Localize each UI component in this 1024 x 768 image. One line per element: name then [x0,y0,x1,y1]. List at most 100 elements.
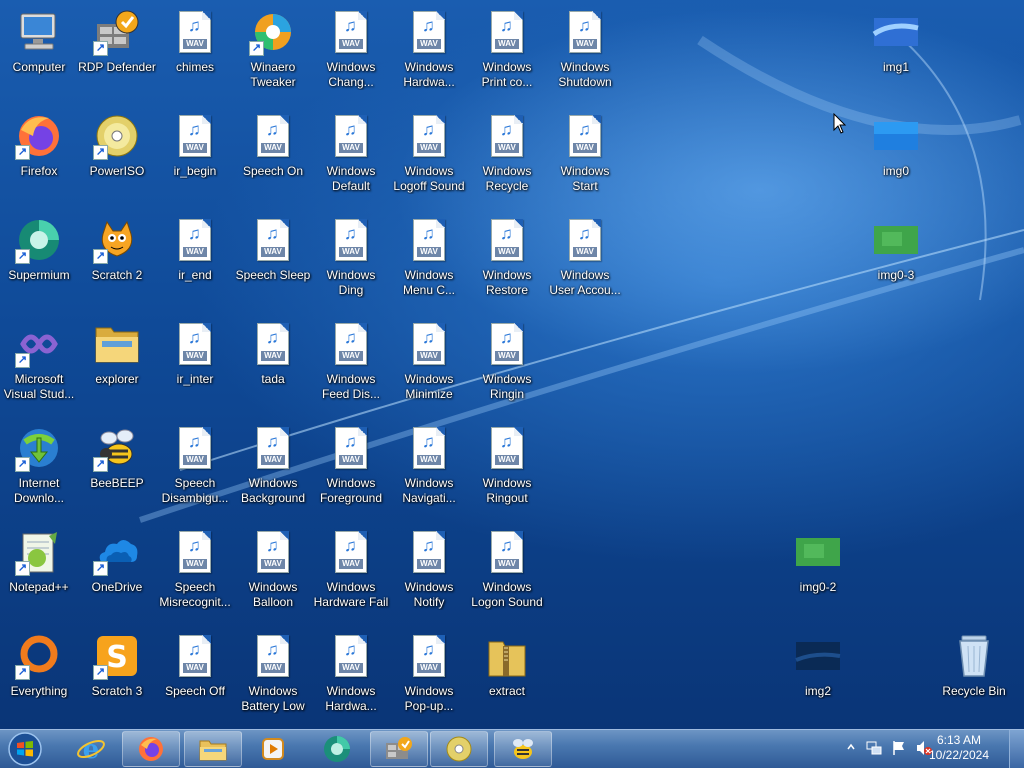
desktop[interactable]: Computer ↗ RDP Defender ♫ WAV chimes ↗ Winaero … [0,0,1024,729]
desktop-icon-chimes[interactable]: ♫ WAV chimes [156,8,234,75]
taskbar-supermium-button[interactable] [308,731,366,767]
desktop-icon-label: img0-2 [799,580,837,594]
desktop-icon-supermium[interactable]: ↗ Supermium [0,216,78,283]
desktop-icon-label: tada [261,372,285,386]
shortcut-arrow-icon: ↗ [15,561,30,576]
desktop-icon-label: ir_end [178,268,212,282]
taskbar-rdp-defender-button[interactable] [370,731,428,767]
desktop-icon-windows-start[interactable]: ♫ WAV Windows Start [546,112,624,194]
desktop-icon-windows-battery-low[interactable]: ♫ WAV Windows Battery Low [234,632,312,714]
taskbar-explorer-button[interactable] [184,731,242,767]
desktop-icon-recycle-bin[interactable]: Recycle Bin [935,632,1013,699]
desktop-icon-windows-feed-dis[interactable]: ♫ WAV Windows Feed Dis... [312,320,390,402]
desktop-icon-rdp-defender[interactable]: ↗ RDP Defender [78,8,156,75]
desktop-icon-microsoft-visual-stud[interactable]: ↗ Microsoft Visual Stud... [0,320,78,402]
desktop-icon-windows-pop-up[interactable]: ♫ WAV Windows Pop-up... [390,632,468,714]
desktop-icon-ir-inter[interactable]: ♫ WAV ir_inter [156,320,234,387]
desktop-icon-notepad[interactable]: ↗ Notepad++ [0,528,78,595]
desktop-icon-extract[interactable]: extract [468,632,546,699]
desktop-icon-speech-sleep[interactable]: ♫ WAV Speech Sleep [234,216,312,283]
desktop-icon-windows-minimize[interactable]: ♫ WAV Windows Minimize [390,320,468,402]
desktop-icon-scratch-3[interactable]: S ↗ Scratch 3 [78,632,156,699]
action-center-tray-button[interactable] [891,740,907,759]
wav-file-icon: ♫ WAV [483,216,531,264]
desktop-icon-img0[interactable]: img0 [857,112,935,179]
desktop-icon-label: OneDrive [91,580,143,594]
desktop-icon-ir-begin[interactable]: ♫ WAV ir_begin [156,112,234,179]
desktop-icon-windows-notify[interactable]: ♫ WAV Windows Notify [390,528,468,610]
desktop-icon-windows-hardwa[interactable]: ♫ WAV Windows Hardwa... [312,632,390,714]
desktop-icon-computer[interactable]: Computer [0,8,78,75]
desktop-icon-label: Scratch 2 [91,268,143,282]
desktop-icon-everything[interactable]: ↗ Everything [0,632,78,699]
desktop-icon-windows-restore[interactable]: ♫ WAV Windows Restore [468,216,546,298]
taskbar-ie-button[interactable]: e [62,731,120,767]
wav-file-icon: ♫ WAV [171,112,219,160]
desktop-icon-poweriso[interactable]: ↗ PowerISO [78,112,156,179]
show-desktop-button[interactable] [1009,730,1024,768]
desktop-icon-label: Windows Hardwa... [325,684,377,713]
desktop-icon-windows-recycle[interactable]: ♫ WAV Windows Recycle [468,112,546,194]
wav-file-icon: ♫ WAV [561,8,609,56]
desktop-icon-windows-user-accou[interactable]: ♫ WAV Windows User Accou... [546,216,624,298]
desktop-icon-speech-on[interactable]: ♫ WAV Speech On [234,112,312,179]
wav-file-icon: ♫ WAV [327,216,375,264]
desktop-icon-winaero-tweaker[interactable]: ↗ Winaero Tweaker [234,8,312,90]
desktop-icon-windows-hardware-fail[interactable]: ♫ WAV Windows Hardware Fail [312,528,390,610]
desktop-icon-speech-off[interactable]: ♫ WAV Speech Off [156,632,234,699]
desktop-icon-img0-3[interactable]: img0-3 [857,216,935,283]
svg-text:e: e [83,735,100,764]
desktop-icon-speech-misrecognit[interactable]: ♫ WAV Speech Misrecognit... [156,528,234,610]
taskbar-clock[interactable]: 6:13 AM 10/22/2024 [924,733,994,763]
desktop-icon-windows-ding[interactable]: ♫ WAV Windows Ding [312,216,390,298]
taskbar-firefox-button[interactable] [122,731,180,767]
desktop-icon-beebeep[interactable]: ↗ BeeBEEP [78,424,156,491]
taskbar-beebeep-button[interactable] [494,731,552,767]
desktop-icon-speech-disambigu[interactable]: ♫ WAV Speech Disambigu... [156,424,234,506]
desktop-icon-windows-foreground[interactable]: ♫ WAV Windows Foreground [312,424,390,506]
network-icon [866,741,882,755]
desktop-icon-img2[interactable]: img2 [779,632,857,699]
desktop-icon-label: Windows Logoff Sound [393,164,465,193]
taskbar-poweriso-button[interactable] [430,731,488,767]
desktop-icon-windows-shutdown[interactable]: ♫ WAV Windows Shutdown [546,8,624,90]
desktop-icon-windows-logoff-sound[interactable]: ♫ WAV Windows Logoff Sound [390,112,468,194]
desktop-icon-windows-print-co[interactable]: ♫ WAV Windows Print co... [468,8,546,90]
shortcut-arrow-icon: ↗ [93,457,108,472]
desktop-icon-label: Winaero Tweaker [250,60,296,89]
desktop-icon-windows-default[interactable]: ♫ WAV Windows Default [312,112,390,194]
desktop-icon-windows-background[interactable]: ♫ WAV Windows Background [234,424,312,506]
desktop-icon-label: Speech On [242,164,304,178]
desktop-icon-img0-2[interactable]: img0-2 [779,528,857,595]
desktop-icon-label: Windows Battery Low [241,684,305,713]
desktop-icon-onedrive[interactable]: ↗ OneDrive [78,528,156,595]
desktop-icon-windows-chang[interactable]: ♫ WAV Windows Chang... [312,8,390,90]
desktop-icon-windows-hardwa[interactable]: ♫ WAV Windows Hardwa... [390,8,468,90]
shortcut-arrow-icon: ↗ [93,145,108,160]
start-button[interactable] [5,731,45,767]
img-blue2-icon [872,112,920,160]
taskbar-media-player-button[interactable] [244,731,302,767]
supermium-icon [324,736,350,762]
desktop-icon-img1[interactable]: img1 [857,8,935,75]
shortcut-arrow-icon: ↗ [93,665,108,680]
desktop-icon-internet-downlo[interactable]: ↗ Internet Downlo... [0,424,78,506]
wav-file-icon: ♫ WAV [327,528,375,576]
desktop-icon-windows-menu-c[interactable]: ♫ WAV Windows Menu C... [390,216,468,298]
desktop-icon-windows-balloon[interactable]: ♫ WAV Windows Balloon [234,528,312,610]
desktop-icon-windows-logon-sound[interactable]: ♫ WAV Windows Logon Sound [468,528,546,610]
desktop-icon-firefox[interactable]: ↗ Firefox [0,112,78,179]
desktop-icon-label: ir_begin [173,164,217,178]
network-tray-button[interactable] [866,740,882,759]
desktop-icon-windows-ringout[interactable]: ♫ WAV Windows Ringout [468,424,546,506]
desktop-icon-windows-navigati[interactable]: ♫ WAV Windows Navigati... [390,424,468,506]
desktop-icon-label: Windows Restore [482,268,532,297]
show-hidden-icons-button[interactable] [846,740,856,755]
desktop-icon-label: Windows Start [560,164,610,193]
desktop-icon-windows-ringin[interactable]: ♫ WAV Windows Ringin [468,320,546,402]
desktop-icon-explorer[interactable]: explorer [78,320,156,387]
desktop-icon-label: Windows Logon Sound [471,580,543,609]
desktop-icon-ir-end[interactable]: ♫ WAV ir_end [156,216,234,283]
desktop-icon-scratch-2[interactable]: ↗ Scratch 2 [78,216,156,283]
desktop-icon-tada[interactable]: ♫ WAV tada [234,320,312,387]
